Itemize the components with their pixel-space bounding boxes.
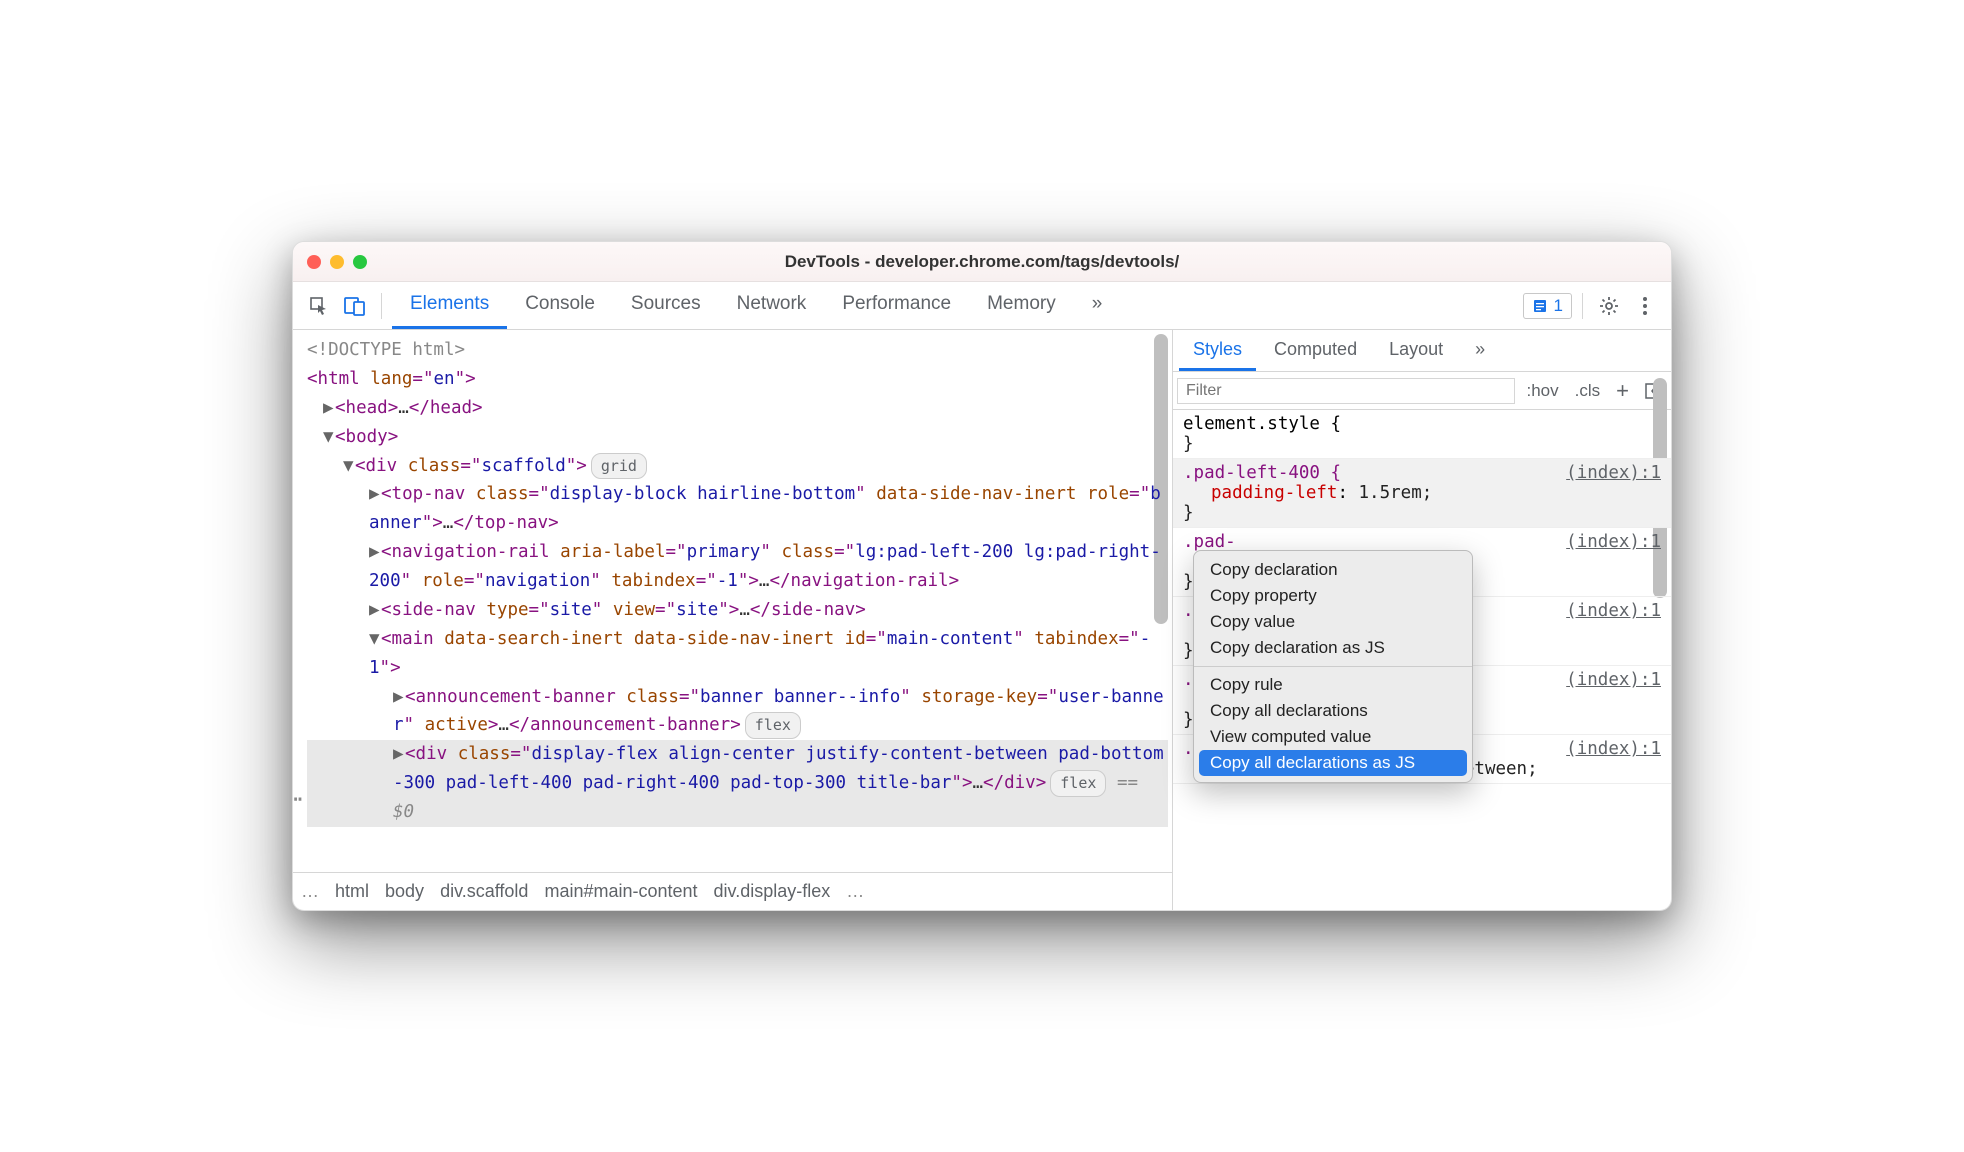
- menu-item[interactable]: Copy declaration: [1194, 557, 1472, 583]
- close-icon[interactable]: [307, 255, 321, 269]
- breadcrumb-overflow[interactable]: …: [301, 881, 319, 902]
- kebab-icon[interactable]: [1629, 290, 1661, 322]
- source-link[interactable]: (index):1: [1566, 532, 1661, 552]
- crumb[interactable]: main#main-content: [544, 881, 697, 902]
- crumb[interactable]: body: [385, 881, 424, 902]
- separator: [1582, 293, 1583, 319]
- cls-button[interactable]: .cls: [1571, 381, 1605, 401]
- tab-elements[interactable]: Elements: [392, 282, 507, 329]
- main-content: <!DOCTYPE html> <html lang="en"> ▶<head>…: [293, 330, 1671, 910]
- menu-item-selected[interactable]: Copy all declarations as JS: [1199, 750, 1467, 776]
- menu-item[interactable]: Copy value: [1194, 609, 1472, 635]
- dom-node[interactable]: ▼<div class="scaffold">grid: [307, 452, 1168, 481]
- dom-node[interactable]: ▼<body>: [307, 423, 1168, 452]
- tab-more[interactable]: »: [1074, 282, 1121, 329]
- breadcrumb-overflow[interactable]: …: [846, 881, 864, 902]
- menu-item[interactable]: View computed value: [1194, 724, 1472, 750]
- source-link[interactable]: (index):1: [1566, 601, 1661, 621]
- dom-node[interactable]: ▼<main data-search-inert data-side-nav-i…: [307, 625, 1168, 683]
- breadcrumb: … html body div.scaffold main#main-conte…: [293, 872, 1172, 910]
- source-link[interactable]: (index):1: [1566, 670, 1661, 690]
- main-toolbar: Elements Console Sources Network Perform…: [293, 282, 1671, 330]
- dom-node[interactable]: <html lang="en">: [307, 365, 1168, 394]
- inspect-icon[interactable]: [303, 290, 335, 322]
- hov-button[interactable]: :hov: [1523, 381, 1563, 401]
- issues-badge[interactable]: 1: [1523, 293, 1572, 319]
- dom-node[interactable]: ▶<side-nav type="site" view="site">…</si…: [307, 596, 1168, 625]
- separator: [381, 293, 382, 319]
- devtools-window: DevTools - developer.chrome.com/tags/dev…: [292, 241, 1672, 911]
- issues-count: 1: [1554, 296, 1563, 316]
- dom-node[interactable]: ▶<navigation-rail aria-label="primary" c…: [307, 538, 1168, 596]
- traffic-lights: [307, 255, 367, 269]
- layout-pill[interactable]: flex: [745, 712, 801, 739]
- tab-styles[interactable]: Styles: [1179, 330, 1256, 371]
- crumb[interactable]: html: [335, 881, 369, 902]
- styles-tabs: Styles Computed Layout »: [1173, 330, 1671, 372]
- selector: element.style {: [1183, 414, 1341, 434]
- css-rule[interactable]: element.style { }: [1173, 410, 1671, 459]
- dom-node[interactable]: ▶<head>…</head>: [307, 394, 1168, 423]
- titlebar: DevTools - developer.chrome.com/tags/dev…: [293, 242, 1671, 282]
- minimize-icon[interactable]: [330, 255, 344, 269]
- menu-item[interactable]: Copy all declarations: [1194, 698, 1472, 724]
- tab-performance[interactable]: Performance: [824, 282, 969, 329]
- tab-layout[interactable]: Layout: [1375, 330, 1457, 371]
- menu-item[interactable]: Copy property: [1194, 583, 1472, 609]
- menu-separator: [1194, 666, 1472, 667]
- new-rule-icon[interactable]: +: [1612, 378, 1633, 404]
- elements-pane: <!DOCTYPE html> <html lang="en"> ▶<head>…: [293, 330, 1173, 910]
- filter-row: :hov .cls +: [1173, 372, 1671, 410]
- tab-more[interactable]: »: [1461, 330, 1499, 371]
- gear-icon[interactable]: [1593, 290, 1625, 322]
- overflow-icon[interactable]: ⋯: [293, 780, 304, 820]
- crumb[interactable]: div.display-flex: [714, 881, 831, 902]
- tab-console[interactable]: Console: [507, 282, 613, 329]
- tab-sources[interactable]: Sources: [613, 282, 719, 329]
- layout-pill[interactable]: flex: [1050, 770, 1106, 797]
- source-link[interactable]: (index):1: [1566, 463, 1661, 483]
- dom-tree[interactable]: <!DOCTYPE html> <html lang="en"> ▶<head>…: [293, 330, 1172, 872]
- context-menu: Copy declaration Copy property Copy valu…: [1193, 550, 1473, 783]
- dom-node-selected[interactable]: ▶<div class="display-flex align-center j…: [307, 740, 1168, 827]
- panel-tabs: Elements Console Sources Network Perform…: [392, 282, 1120, 329]
- filter-input[interactable]: [1177, 378, 1515, 404]
- dom-node[interactable]: ▶<top-nav class="display-block hairline-…: [307, 480, 1168, 538]
- menu-item[interactable]: Copy declaration as JS: [1194, 635, 1472, 661]
- device-toggle-icon[interactable]: [339, 290, 371, 322]
- source-link[interactable]: (index):1: [1566, 739, 1661, 759]
- tab-computed[interactable]: Computed: [1260, 330, 1371, 371]
- crumb[interactable]: div.scaffold: [440, 881, 528, 902]
- dom-doctype: <!DOCTYPE html>: [307, 340, 465, 360]
- dom-node[interactable]: ▶<announcement-banner class="banner bann…: [307, 683, 1168, 741]
- tab-network[interactable]: Network: [719, 282, 825, 329]
- tab-memory[interactable]: Memory: [969, 282, 1074, 329]
- layout-pill[interactable]: grid: [591, 453, 647, 480]
- menu-item[interactable]: Copy rule: [1194, 672, 1472, 698]
- css-rule[interactable]: (index):1 .pad-left-400 { padding-left: …: [1173, 459, 1671, 528]
- zoom-icon[interactable]: [353, 255, 367, 269]
- window-title: DevTools - developer.chrome.com/tags/dev…: [293, 252, 1671, 272]
